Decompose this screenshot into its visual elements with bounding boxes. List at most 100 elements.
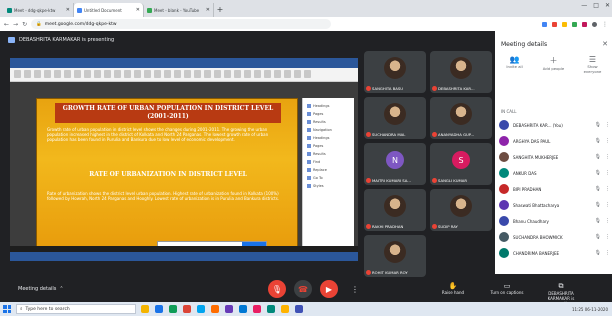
close-tab-icon[interactable]: ✕ [66, 7, 70, 13]
taskbar-app-icon[interactable] [141, 305, 149, 313]
mic-off-icon [366, 178, 371, 183]
participant-tile[interactable]: S SANGLI KUMAR [430, 143, 492, 185]
more-icon[interactable]: ⋮ [605, 122, 610, 128]
menu-kebab-icon[interactable]: ⋮ [602, 21, 608, 28]
panel-action-button[interactable]: ＋ Add people [540, 55, 568, 74]
meeting-details-button[interactable]: Meeting details ⌃ [18, 286, 64, 292]
mic-off-icon[interactable]: 🎙 [595, 218, 601, 224]
close-icon[interactable]: ✕ [605, 2, 610, 9]
participant-row[interactable]: Shaswati Bhattacharya 🎙 ⋮ [499, 197, 610, 213]
participant-tile[interactable]: DEBASHRITA KAR... [430, 51, 492, 93]
participant-tile[interactable]: N MAITRI KUMARI SA... [364, 143, 426, 185]
meet-tool-button[interactable]: ✋ Raise hand [430, 282, 476, 295]
panel-action-button[interactable]: 👥 Invite all [501, 55, 529, 74]
participant-row[interactable]: BIPI PRADHAN 🎙 ⋮ [499, 181, 610, 197]
extension-icon[interactable] [582, 21, 587, 27]
new-tab-button[interactable]: + [214, 3, 226, 17]
camera-toggle-button[interactable]: ▶ [320, 280, 338, 298]
taskbar-search[interactable]: ⌕ Type here to search [16, 304, 136, 314]
participant-tile[interactable]: ANANYADHA GUP... [430, 97, 492, 139]
more-icon[interactable]: ⋮ [605, 138, 610, 144]
mic-off-icon[interactable]: 🎙 [595, 170, 601, 176]
avatar: N [386, 151, 404, 169]
extension-icon[interactable] [552, 21, 557, 27]
taskbar-app-icon[interactable] [197, 305, 205, 313]
tile-name: SANGLI KUMAR [432, 178, 467, 183]
avatar: S [452, 151, 470, 169]
taskbar-app-icon[interactable] [225, 305, 233, 313]
more-icon[interactable]: ⋮ [605, 186, 610, 192]
ribbon-button [64, 70, 71, 78]
mic-off-icon[interactable]: 🎙 [595, 234, 601, 240]
nav-item-icon [307, 128, 311, 132]
participant-tile[interactable]: SUCHANDRA MAL [364, 97, 426, 139]
more-icon[interactable]: ⋮ [605, 218, 610, 224]
mic-off-icon[interactable]: 🎙 [595, 186, 601, 192]
taskbar-app-icon[interactable] [155, 305, 163, 313]
windows-start-icon[interactable] [3, 305, 11, 313]
back-icon[interactable]: ← [4, 21, 9, 28]
taskbar-app-icon[interactable] [169, 305, 177, 313]
close-tab-icon[interactable]: ✕ [206, 7, 210, 13]
maximize-icon[interactable]: □ [593, 2, 599, 9]
participant-row[interactable]: CHANDRIMA BANERJEE 🎙 ⋮ [499, 245, 610, 261]
participant-row[interactable]: SANGHITA MUKHERJEE 🎙 ⋮ [499, 149, 610, 165]
ribbon-button [154, 70, 161, 78]
minimize-icon[interactable]: — [581, 2, 587, 9]
doc-ribbon [10, 68, 358, 82]
participant-row[interactable]: SUCHANDRA BHOWMICK 🎙 ⋮ [499, 229, 610, 245]
extension-icon[interactable] [572, 21, 577, 27]
taskbar-app-icon[interactable] [211, 305, 219, 313]
mic-off-icon[interactable]: 🎙 [595, 202, 601, 208]
panel-action-button[interactable]: ☰ Show everyone [579, 55, 607, 74]
taskbar-app-icon[interactable] [239, 305, 247, 313]
more-options-button[interactable]: ⋮ [346, 280, 364, 298]
ribbon-button [194, 70, 201, 78]
close-tab-icon[interactable]: ✕ [136, 7, 140, 13]
reload-icon[interactable]: ↻ [22, 21, 27, 28]
participant-row[interactable]: ARGHYA DAS PAUL 🎙 ⋮ [499, 133, 610, 149]
taskbar-app-icon[interactable] [183, 305, 191, 313]
ribbon-button [234, 70, 241, 78]
more-icon[interactable]: ⋮ [605, 170, 610, 176]
participant-row[interactable]: DEBASHRITA KAR... (You) 🎙 ⋮ [499, 117, 610, 133]
browser-tab[interactable]: Meet - ddg-qkpe-ktw ✕ [4, 3, 74, 17]
more-icon[interactable]: ⋮ [605, 250, 610, 256]
more-icon[interactable]: ⋮ [605, 154, 610, 160]
ribbon-button [254, 70, 261, 78]
mic-off-icon[interactable]: 🎙 [595, 250, 601, 256]
close-panel-icon[interactable]: ✕ [602, 40, 608, 48]
tab-strip: Meet - ddg-qkpe-ktw ✕ Untitled Document ✕ Me… [0, 0, 612, 17]
participant-tile[interactable]: ROHIT KUMAR ROY [364, 235, 426, 277]
taskbar-app-icon[interactable] [281, 305, 289, 313]
extension-icon[interactable] [562, 21, 567, 27]
mic-off-icon[interactable]: 🎙 [595, 122, 601, 128]
forward-icon[interactable]: → [13, 21, 18, 28]
taskbar-app-icon[interactable] [253, 305, 261, 313]
favicon-icon [7, 7, 12, 13]
taskbar-app-icon[interactable] [295, 305, 303, 313]
extension-icon[interactable] [542, 21, 547, 27]
address-bar[interactable]: 🔒 meet.google.com/ddg-qkpe-ktw [31, 19, 332, 29]
mic-off-icon[interactable]: 🎙 [595, 138, 601, 144]
participant-row[interactable]: ANKUR DAS 🎙 ⋮ [499, 165, 610, 181]
browser-tab[interactable]: Meet - blank - YouTube ✕ [144, 3, 214, 17]
ribbon-button [174, 70, 181, 78]
participant-tile[interactable]: RAKHI PRADHAN [364, 189, 426, 231]
more-icon[interactable]: ⋮ [605, 234, 610, 240]
slide-body-1: Growth rate of urban population in distr… [47, 127, 269, 142]
profile-avatar[interactable] [592, 21, 597, 27]
mic-off-icon [366, 86, 371, 91]
leave-call-button[interactable]: ☎ [294, 280, 312, 298]
mic-off-icon[interactable]: 🎙 [595, 154, 601, 160]
more-icon[interactable]: ⋮ [605, 202, 610, 208]
participant-tile[interactable]: SANGHITA BASU [364, 51, 426, 93]
participant-tile[interactable]: SUDIP RAY [430, 189, 492, 231]
mic-toggle-button[interactable]: 🎙 [268, 280, 286, 298]
participant-row[interactable]: Bhanu Chaudhary 🎙 ⋮ [499, 213, 610, 229]
taskbar-app-icon[interactable] [267, 305, 275, 313]
favicon-icon [77, 7, 82, 13]
people-panel: Meeting details ✕ 👥 Invite all ＋ Add people… [495, 31, 612, 274]
browser-tab[interactable]: Untitled Document ✕ [74, 3, 144, 17]
meet-tool-button[interactable]: ▭ Turn on captions [484, 282, 530, 295]
